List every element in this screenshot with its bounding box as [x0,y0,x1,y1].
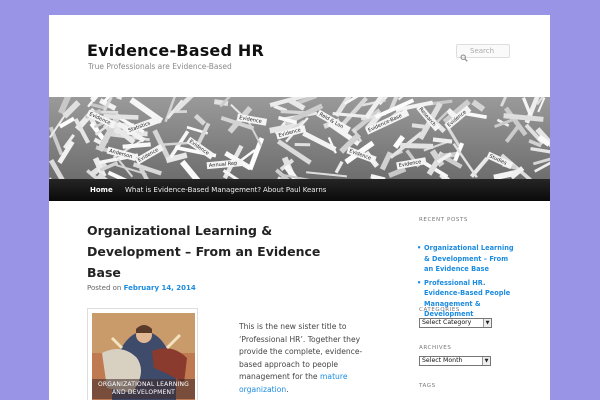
post-date-link[interactable]: February 14, 2014 [124,284,196,292]
header-banner-image: Evidence Evidence Evidence Evidence Evidence… [49,97,550,179]
search-icon [460,47,468,62]
bullet-icon: • [417,244,422,252]
categories-selected-value: Select Category [422,319,472,326]
recent-post-item[interactable]: • Organizational Learning & Development –… [417,243,518,275]
categories-dropdown[interactable]: Select Category ▼ [419,318,492,328]
nav-item-evidence-based-management[interactable]: What is Evidence-Based Management? [125,179,261,201]
page-container: Evidence-Based HR True Professionals are… [49,15,550,400]
site-title[interactable]: Evidence-Based HR [87,41,264,60]
tags-heading: TAGS [419,383,436,389]
chevron-down-icon: ▼ [482,357,490,365]
book-cover-thumbnail[interactable]: ORGANIZATIONAL LEARNING AND DEVELOPMENT [87,308,198,400]
site-description: True Professionals are Evidence-Based [88,62,232,71]
main-navigation: Home What is Evidence-Based Management? … [49,179,550,201]
post-title[interactable]: Organizational Learning & Development – … [87,220,327,283]
archives-selected-value: Select Month [422,357,463,364]
post-excerpt: This is the new sister title to ‘Profess… [239,321,369,396]
archives-dropdown[interactable]: Select Month ▼ [419,356,491,366]
nav-item-home[interactable]: Home [90,179,113,201]
book-cover-caption: ORGANIZATIONAL LEARNING AND DEVELOPMENT [92,379,195,399]
recent-post-link[interactable]: Organizational Learning & Development – … [418,243,518,275]
search-box[interactable] [456,44,510,62]
recent-post-link[interactable]: Professional HR. Evidence-Based People M… [418,278,518,320]
search-input[interactable] [468,45,510,57]
book-cover-image: ORGANIZATIONAL LEARNING AND DEVELOPMENT [92,313,195,400]
recent-posts-heading: RECENT POSTS [419,217,469,223]
categories-heading: CATEGORIES [419,307,461,313]
post-excerpt-end: . [286,384,289,394]
posted-on-label: Posted on [87,284,122,292]
recent-post-item[interactable]: • Professional HR. Evidence-Based People … [417,278,518,320]
nav-item-about-paul-kearns[interactable]: About Paul Kearns [263,179,326,201]
chevron-down-icon: ▼ [483,319,491,327]
bullet-icon: • [417,278,422,287]
archives-heading: ARCHIVES [419,345,452,351]
post-meta: Posted on February 14, 2014 [87,284,196,292]
